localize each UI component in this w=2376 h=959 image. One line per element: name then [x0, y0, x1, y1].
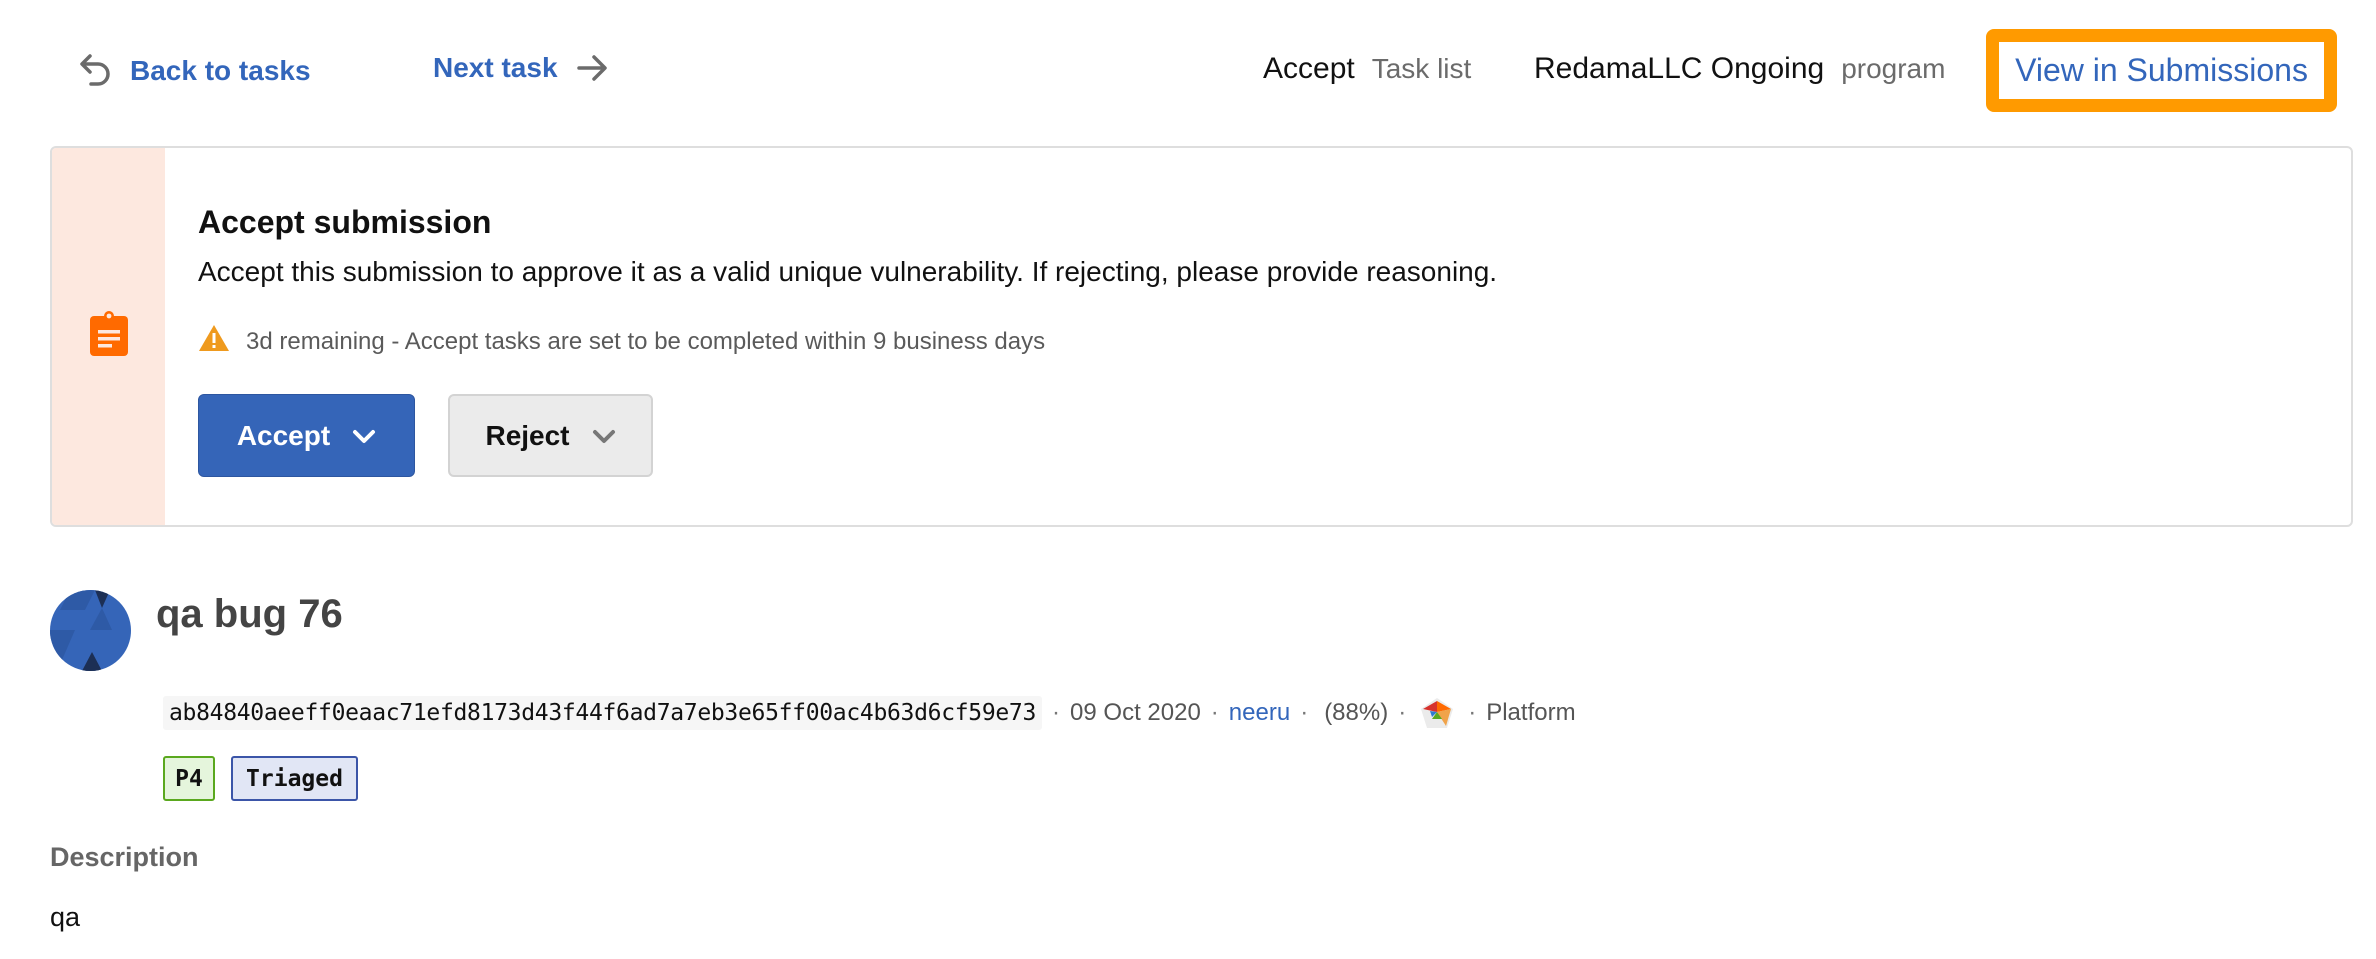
program-suffix: program [1841, 53, 1946, 84]
submission-meta: ab84840aeeff0eaac71efd8173d43f44f6ad7a7e… [163, 694, 1576, 732]
task-type-breadcrumb: Accept Task list [1263, 52, 1471, 86]
pentagon-skill-chart-icon [1420, 697, 1454, 729]
separator: · [1052, 699, 1061, 726]
researcher-avatar [50, 590, 131, 671]
target-name: Platform [1486, 699, 1576, 726]
chevron-down-icon [352, 420, 376, 452]
next-task-link[interactable]: Next task [433, 52, 608, 84]
separator: · [1468, 699, 1477, 726]
state-badge: Triaged [231, 756, 358, 801]
submission-hash: ab84840aeeff0eaac71efd8173d43f44f6ad7a7e… [163, 696, 1043, 730]
program-breadcrumb: RedamaLLC Ongoing program [1534, 52, 1945, 86]
separator: · [1300, 699, 1309, 726]
banner-description: Accept this submission to approve it as … [198, 256, 1498, 287]
warning-text: 3d remaining - Accept tasks are set to b… [246, 327, 1046, 355]
submission-date: 09 Oct 2020 [1070, 699, 1201, 726]
view-in-submissions-label: View in Submissions [2015, 52, 2308, 88]
task-type-suffix: Task list [1371, 53, 1472, 84]
banner-title: Accept submission [198, 204, 492, 240]
deadline-warning: 3d remaining - Accept tasks are set to b… [198, 324, 1045, 359]
task-type: Accept [1263, 52, 1355, 85]
chevron-down-icon [592, 420, 616, 452]
warning-triangle-icon [198, 324, 230, 359]
arrow-right-icon [576, 53, 608, 83]
researcher-accuracy: (88%) [1324, 699, 1389, 726]
accept-label: Accept [236, 419, 331, 451]
reject-dropdown-button[interactable]: Reject [448, 394, 653, 477]
next-task-label: Next task [433, 52, 558, 83]
separator: · [1210, 699, 1219, 726]
clipboard-icon [88, 310, 130, 363]
program-name[interactable]: RedamaLLC Ongoing [1534, 52, 1824, 86]
banner-icon-column [52, 148, 165, 525]
view-in-submissions-link[interactable]: View in Submissions [1986, 29, 2337, 112]
undo-arrow-icon [78, 52, 112, 90]
back-to-tasks-label: Back to tasks [130, 55, 311, 86]
description-body: qa [50, 902, 81, 932]
separator: · [1398, 699, 1407, 726]
description-heading: Description [50, 842, 199, 872]
submission-title: qa bug 76 [156, 592, 343, 636]
priority-badge: P4 [163, 756, 215, 801]
task-banner: Accept submission Accept this submission… [50, 146, 2353, 527]
back-to-tasks-link[interactable]: Back to tasks [78, 52, 311, 90]
reject-label: Reject [485, 419, 570, 451]
researcher-link[interactable]: neeru [1229, 699, 1290, 727]
accept-dropdown-button[interactable]: Accept [198, 394, 415, 477]
